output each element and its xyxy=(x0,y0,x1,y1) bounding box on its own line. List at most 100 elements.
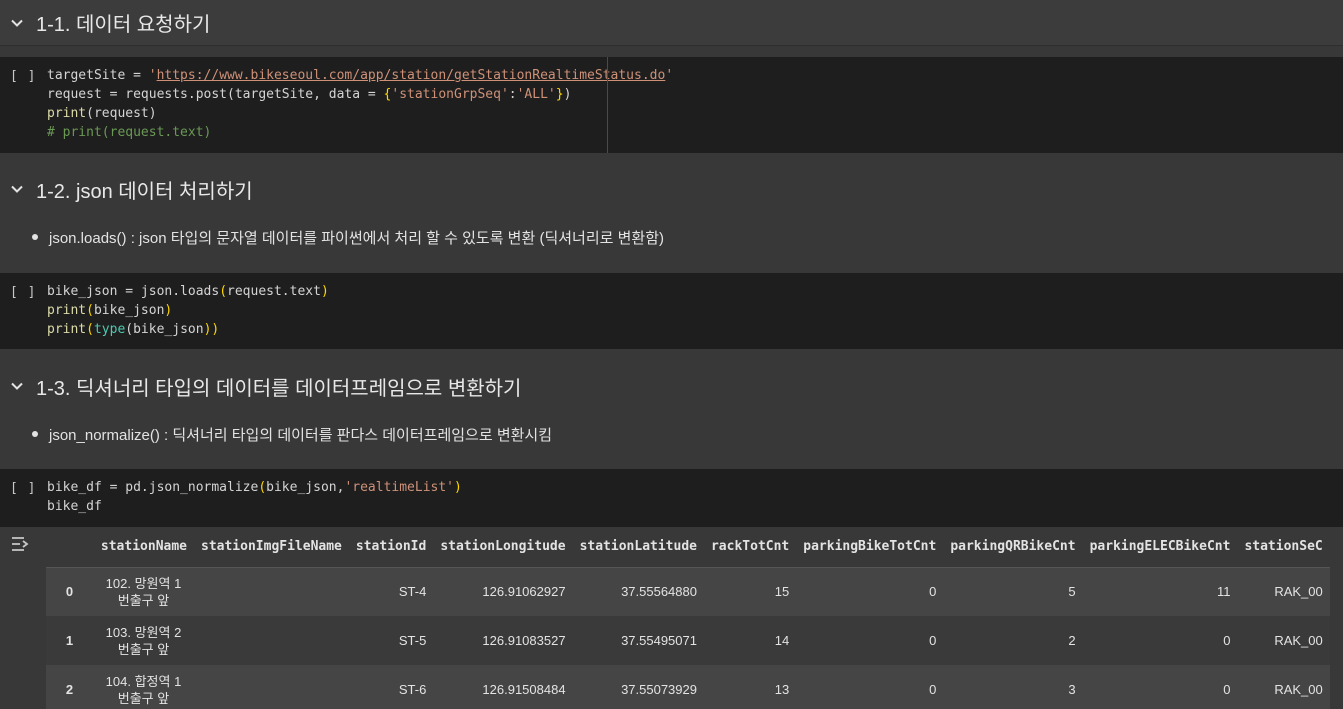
bullet-icon xyxy=(32,234,38,240)
code-editor[interactable]: bike_df = pd.json_normalize(bike_json,'r… xyxy=(47,478,462,516)
code-token: bike_json xyxy=(93,303,165,318)
bullet-icon xyxy=(32,431,38,437)
code-url[interactable]: https://www.bikeseoul.com/app/station/ge… xyxy=(157,68,666,83)
section-header-3[interactable]: 1-3. 딕셔너리 타입의 데이터를 데이터프레임으로 변환하기 xyxy=(0,363,1343,409)
table-cell: 0 xyxy=(929,633,937,648)
table-cell: RAK_00 xyxy=(1274,633,1323,648)
table-cell: 5 xyxy=(1068,584,1076,600)
code-token: print xyxy=(47,303,87,318)
table-cell: 37.55073929 xyxy=(621,682,697,697)
markdown-bullet: json_normalize() : 딕셔너리 타입의 데이터를 판다스 데이터… xyxy=(0,409,1343,459)
table-cell: 3 xyxy=(1068,682,1076,697)
table-cell: 14 xyxy=(774,633,790,648)
code-token: ' xyxy=(665,68,674,83)
code-token: ) xyxy=(454,480,462,495)
code-comment: # print(request.text) xyxy=(47,125,212,140)
output-actions-icon[interactable] xyxy=(10,535,32,553)
code-token: ( xyxy=(86,106,94,121)
table-cell xyxy=(194,665,349,709)
table-header-row: stationName stationImgFileName stationId st… xyxy=(46,527,1330,568)
run-cell-button[interactable]: [ ] xyxy=(10,283,36,302)
bullet-text: json.loads() : json 타입의 문자열 데이터를 파이썬에서 처… xyxy=(49,227,664,248)
code-token: bike_json = json.loads xyxy=(47,284,220,299)
table-cell xyxy=(194,567,349,616)
chevron-down-icon[interactable] xyxy=(4,179,30,199)
table-cell: 126.91083527 xyxy=(482,633,566,648)
code-token: : xyxy=(508,87,517,102)
run-cell-button[interactable]: [ ] xyxy=(10,67,36,86)
code-token: ( xyxy=(86,322,94,337)
cell-output: stationName stationImgFileName stationId st… xyxy=(0,527,1343,709)
code-token: print xyxy=(47,322,87,337)
code-token: 'realtimeList' xyxy=(344,480,455,495)
code-token: ) xyxy=(164,303,173,318)
code-cell-2[interactable]: [ ] bike_json = json.loads(request.text)… xyxy=(0,273,1343,349)
code-token: ( xyxy=(125,322,134,337)
section-header-2[interactable]: 1-2. json 데이터 처리하기 xyxy=(0,166,1343,212)
section-title: 1-3. 딕셔너리 타입의 데이터를 데이터프레임으로 변환하기 xyxy=(36,377,522,400)
code-token: ) xyxy=(148,106,157,121)
table-cell: 126.91062927 xyxy=(482,584,566,600)
column-header: parkingBikeTotCnt xyxy=(796,527,944,568)
table-cell: ST-6 xyxy=(398,682,427,697)
bullet-term: json.loads() xyxy=(49,229,127,247)
table-cell: ST-5 xyxy=(398,633,427,648)
code-cell-1[interactable]: [ ] targetSite = 'https://www.bikeseoul.… xyxy=(0,57,1343,153)
table-cell: RAK_00 xyxy=(1274,682,1323,697)
table-row: 1 103. 망원역 2번출구 앞 ST-5 126.91083527 37.55495… xyxy=(46,616,1330,665)
bullet-text: json_normalize() : 딕셔너리 타입의 데이터를 판다스 데이터… xyxy=(49,424,552,445)
code-token: bike_json xyxy=(133,322,204,337)
chevron-down-icon[interactable] xyxy=(4,13,30,33)
table-row: 0 102. 망원역 1번출구 앞 ST-4 126.91062927 37.55564… xyxy=(46,567,1330,616)
column-header: parkingELECBikeCnt xyxy=(1082,527,1238,568)
line-length-ruler xyxy=(607,57,608,153)
markdown-bullet: json.loads() : json 타입의 문자열 데이터를 파이썬에서 처… xyxy=(0,212,1343,262)
code-token: type xyxy=(93,322,126,337)
dataframe-table: stationName stationImgFileName stationId st… xyxy=(46,527,1330,709)
column-header: stationId xyxy=(348,527,434,568)
table-cell: 13 xyxy=(774,682,790,697)
code-token: bike_df = pd.json_normalize xyxy=(47,480,259,495)
code-token: request xyxy=(93,106,149,121)
column-header: parkingQRBikeCnt xyxy=(943,527,1083,568)
column-header: stationImgFileName xyxy=(194,527,349,568)
table-cell: 102. 망원역 1번출구 앞 xyxy=(105,575,182,608)
table-cell: 37.55495071 xyxy=(621,633,697,648)
run-cell-button[interactable]: [ ] xyxy=(10,479,36,498)
column-header: rackTotCnt xyxy=(703,527,797,568)
code-editor[interactable]: targetSite = 'https://www.bikeseoul.com/… xyxy=(47,66,673,142)
code-editor[interactable]: bike_json = json.loads(request.text) pri… xyxy=(47,282,329,339)
table-row: 2 104. 합정역 1번출구 앞 ST-6 126.91508484 37.55073… xyxy=(46,665,1330,709)
code-token: bike_df xyxy=(47,499,102,514)
bullet-desc: : json 타입의 문자열 데이터를 파이썬에서 처리 할 수 있도록 변환 … xyxy=(126,229,665,247)
code-token: )) xyxy=(203,322,220,337)
chevron-down-icon[interactable] xyxy=(4,376,30,396)
code-token: request = requests.post(targetSite, data… xyxy=(47,87,384,102)
code-token: bike_json, xyxy=(266,480,345,495)
code-token: 'stationGrpSeq' xyxy=(391,87,509,102)
table-cell: ST-4 xyxy=(398,584,427,600)
code-token: ( xyxy=(258,480,267,495)
code-cell-3[interactable]: [ ] bike_df = pd.json_normalize(bike_jso… xyxy=(0,469,1343,527)
code-token: print xyxy=(47,106,87,121)
code-token: 'ALL' xyxy=(516,87,556,102)
table-cell: 0 xyxy=(929,682,937,697)
table-cell: 126.91508484 xyxy=(482,682,566,697)
code-token: ) xyxy=(563,87,572,102)
code-token: } xyxy=(555,87,564,102)
table-body: 0 102. 망원역 1번출구 앞 ST-4 126.91062927 37.55564… xyxy=(46,567,1330,709)
column-header: stationLatitude xyxy=(572,527,704,568)
row-index: 1 xyxy=(65,633,74,648)
table-cell: 103. 망원역 2번출구 앞 xyxy=(105,624,182,657)
code-token: ( xyxy=(219,284,228,299)
section-title: 1-2. json 데이터 처리하기 xyxy=(36,180,253,203)
table-cell: 0 xyxy=(1223,633,1231,648)
column-header: stationName xyxy=(93,527,194,568)
row-index: 0 xyxy=(65,584,74,600)
code-token: ) xyxy=(320,284,329,299)
column-header: stationSeC xyxy=(1237,527,1330,568)
code-token: request.text xyxy=(227,284,321,299)
section-title: 1-1. 데이터 요청하기 xyxy=(36,14,211,36)
table-cell: 0 xyxy=(1223,682,1231,697)
section-header-1[interactable]: 1-1. 데이터 요청하기 xyxy=(0,0,1343,46)
